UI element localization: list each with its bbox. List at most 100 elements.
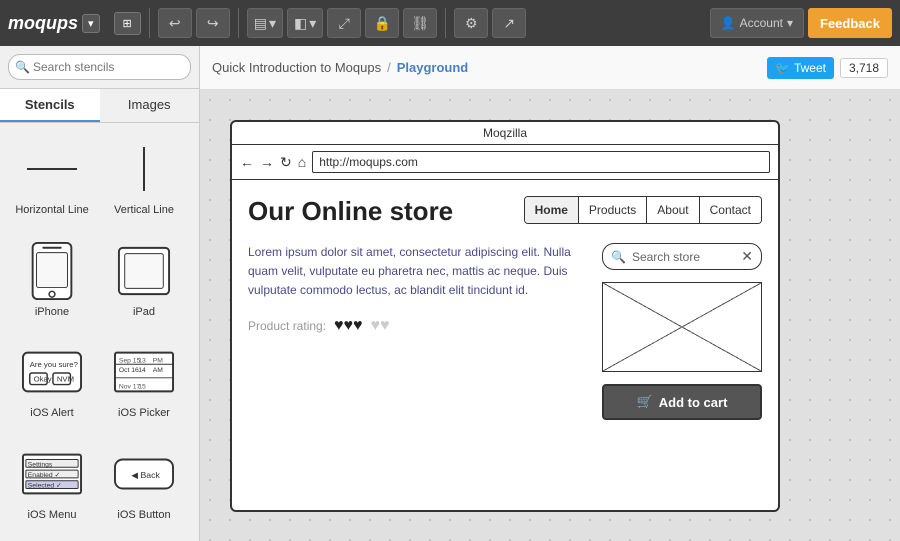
breadcrumb-separator: / xyxy=(387,60,391,75)
list-item[interactable]: Settings Enabled ✓ Selected ✓ iOS Menu xyxy=(8,436,96,534)
home-nav-icon[interactable]: ⌂ xyxy=(298,154,306,170)
breadcrumb-current: Playground xyxy=(397,60,469,75)
stencil-icon-ios-button: ◀ Back xyxy=(114,444,174,504)
stencil-icon-vline xyxy=(114,139,174,199)
refresh-nav-icon[interactable]: ↻ xyxy=(280,154,292,171)
search-store-icon: 🔍 xyxy=(611,250,626,264)
hearts-filled: ♥♥♥ xyxy=(334,317,363,335)
svg-text:Settings: Settings xyxy=(28,461,53,468)
browser-header: Our Online store Home Products About Con… xyxy=(248,196,762,227)
search-bar: 🔍 xyxy=(0,46,199,89)
tab-products[interactable]: Products xyxy=(579,197,647,223)
list-item[interactable]: Sep 15 13 PM Oct 16 14 AM Nov 17 15 iOS … xyxy=(100,334,188,432)
add-to-cart-btn[interactable]: 🛒 Add to cart xyxy=(602,384,762,420)
stencil-icon-ios-alert: Are you sure? Okay NVM xyxy=(22,342,82,402)
browser-left: Lorem ipsum dolor sit amet, consectetur … xyxy=(248,243,586,420)
account-btn[interactable]: 👤 Account ▾ xyxy=(710,8,804,38)
add-to-cart-label: Add to cart xyxy=(659,395,728,410)
product-rating-label: Product rating: xyxy=(248,319,326,333)
tweet-btn[interactable]: 🐦 Tweet xyxy=(767,57,834,79)
undo-btn[interactable]: ↩ xyxy=(158,8,192,38)
stencil-label: iOS Menu xyxy=(28,508,77,522)
canvas-grid[interactable]: Moqzilla ← → ↻ ⌂ http://moqups.com Our O… xyxy=(200,90,900,541)
stencil-icon-ios-menu: Settings Enabled ✓ Selected ✓ xyxy=(22,444,82,504)
stencil-icon-ipad xyxy=(114,241,174,301)
search-icon: 🔍 xyxy=(15,60,30,74)
stencil-label: iOS Button xyxy=(117,508,170,522)
svg-text:NVM: NVM xyxy=(57,375,74,384)
layers-icon: ◧ xyxy=(294,15,307,32)
list-item[interactable]: Are you sure? Okay NVM iOS Alert xyxy=(8,334,96,432)
account-arrow: ▾ xyxy=(787,16,793,30)
forward-nav-icon[interactable]: → xyxy=(260,154,274,170)
left-panel: 🔍 Stencils Images Horizontal Line Vertic… xyxy=(0,46,200,541)
layers-btn[interactable]: ◧▾ xyxy=(287,8,323,38)
stencil-icon-ios-picker: Sep 15 13 PM Oct 16 14 AM Nov 17 15 xyxy=(114,342,174,402)
stencil-icon-hline xyxy=(22,139,82,199)
lorem-text: Lorem ipsum dolor sit amet, consectetur … xyxy=(248,243,586,301)
back-nav-icon[interactable]: ← xyxy=(240,154,254,170)
wireframe-browser: Moqzilla ← → ↻ ⌂ http://moqups.com Our O… xyxy=(230,120,780,512)
link-btn[interactable]: ⛓ xyxy=(403,8,437,38)
svg-text:PM: PM xyxy=(153,357,164,364)
svg-text:13: 13 xyxy=(138,357,146,364)
separator-1 xyxy=(149,8,150,38)
svg-text:15: 15 xyxy=(138,383,146,390)
stencil-label: iPhone xyxy=(35,305,69,319)
stencil-label: iOS Picker xyxy=(118,406,170,420)
browser-right: 🔍 Search store ✕ 🛒 Add to cart xyxy=(602,243,762,420)
svg-text:AM: AM xyxy=(153,367,164,374)
tweet-label: Tweet xyxy=(794,61,826,75)
svg-text:Are you sure?: Are you sure? xyxy=(30,360,79,369)
hearts-empty: ♥♥ xyxy=(371,317,390,335)
list-item[interactable]: ◀ Back iOS Button xyxy=(100,436,188,534)
panel-tabs: Stencils Images xyxy=(0,89,199,123)
svg-text:14: 14 xyxy=(138,367,146,374)
list-item[interactable]: iPad xyxy=(100,233,188,331)
logo: moqups xyxy=(8,13,78,34)
resize-btn[interactable]: ⤢ xyxy=(327,8,361,38)
search-store-input: Search store xyxy=(632,250,735,264)
list-item[interactable]: Vertical Line xyxy=(100,131,188,229)
cart-icon: 🛒 xyxy=(637,394,653,410)
redo-btn[interactable]: ↪ xyxy=(196,8,230,38)
stencil-label: iPad xyxy=(133,305,155,319)
settings-btn[interactable]: ⚙ xyxy=(454,8,488,38)
feedback-btn[interactable]: Feedback xyxy=(808,8,892,38)
browser-body: Lorem ipsum dolor sit amet, consectetur … xyxy=(248,243,762,420)
stencil-grid: Horizontal Line Vertical Line iPh xyxy=(0,123,199,541)
account-icon: 👤 xyxy=(721,16,736,30)
tab-about[interactable]: About xyxy=(647,197,699,223)
stencil-label: Horizontal Line xyxy=(15,203,88,217)
stencil-label: Vertical Line xyxy=(114,203,174,217)
canvas-area: Quick Introduction to Moqups / Playgroun… xyxy=(200,46,900,541)
browser-url[interactable]: http://moqups.com xyxy=(312,151,770,173)
search-store-box[interactable]: 🔍 Search store ✕ xyxy=(602,243,762,270)
search-input[interactable] xyxy=(8,54,191,80)
search-store-clear[interactable]: ✕ xyxy=(741,248,753,265)
list-item[interactable]: iPhone xyxy=(8,233,96,331)
nav-tabs: Home Products About Contact xyxy=(524,196,762,224)
search-wrap: 🔍 xyxy=(8,54,191,80)
share-btn[interactable]: ↗ xyxy=(492,8,526,38)
store-title: Our Online store xyxy=(248,196,453,227)
layers-arrow: ▾ xyxy=(309,15,316,32)
align-btn[interactable]: ▤▾ xyxy=(247,8,283,38)
lock-btn[interactable]: 🔒 xyxy=(365,8,399,38)
view-toggle-btn[interactable]: ⊞ xyxy=(114,12,141,35)
rating-row: Product rating: ♥♥♥♥♥ xyxy=(248,317,586,335)
tab-home[interactable]: Home xyxy=(525,197,579,223)
tab-images[interactable]: Images xyxy=(100,89,200,122)
list-item[interactable]: Horizontal Line xyxy=(8,131,96,229)
breadcrumb-bar: Quick Introduction to Moqups / Playgroun… xyxy=(200,46,900,90)
logo-dropdown-btn[interactable]: ▾ xyxy=(82,14,100,33)
breadcrumb-parent[interactable]: Quick Introduction to Moqups xyxy=(212,60,381,75)
align-arrow: ▾ xyxy=(269,15,276,32)
browser-addressbar: ← → ↻ ⌂ http://moqups.com xyxy=(232,145,778,180)
stencil-label: iOS Alert xyxy=(30,406,73,420)
svg-text:Selected ✓: Selected ✓ xyxy=(28,482,62,489)
tab-stencils[interactable]: Stencils xyxy=(0,89,100,122)
stencil-icon-iphone xyxy=(22,241,82,301)
svg-text:Enabled ✓: Enabled ✓ xyxy=(28,471,60,478)
tab-contact[interactable]: Contact xyxy=(700,197,761,223)
